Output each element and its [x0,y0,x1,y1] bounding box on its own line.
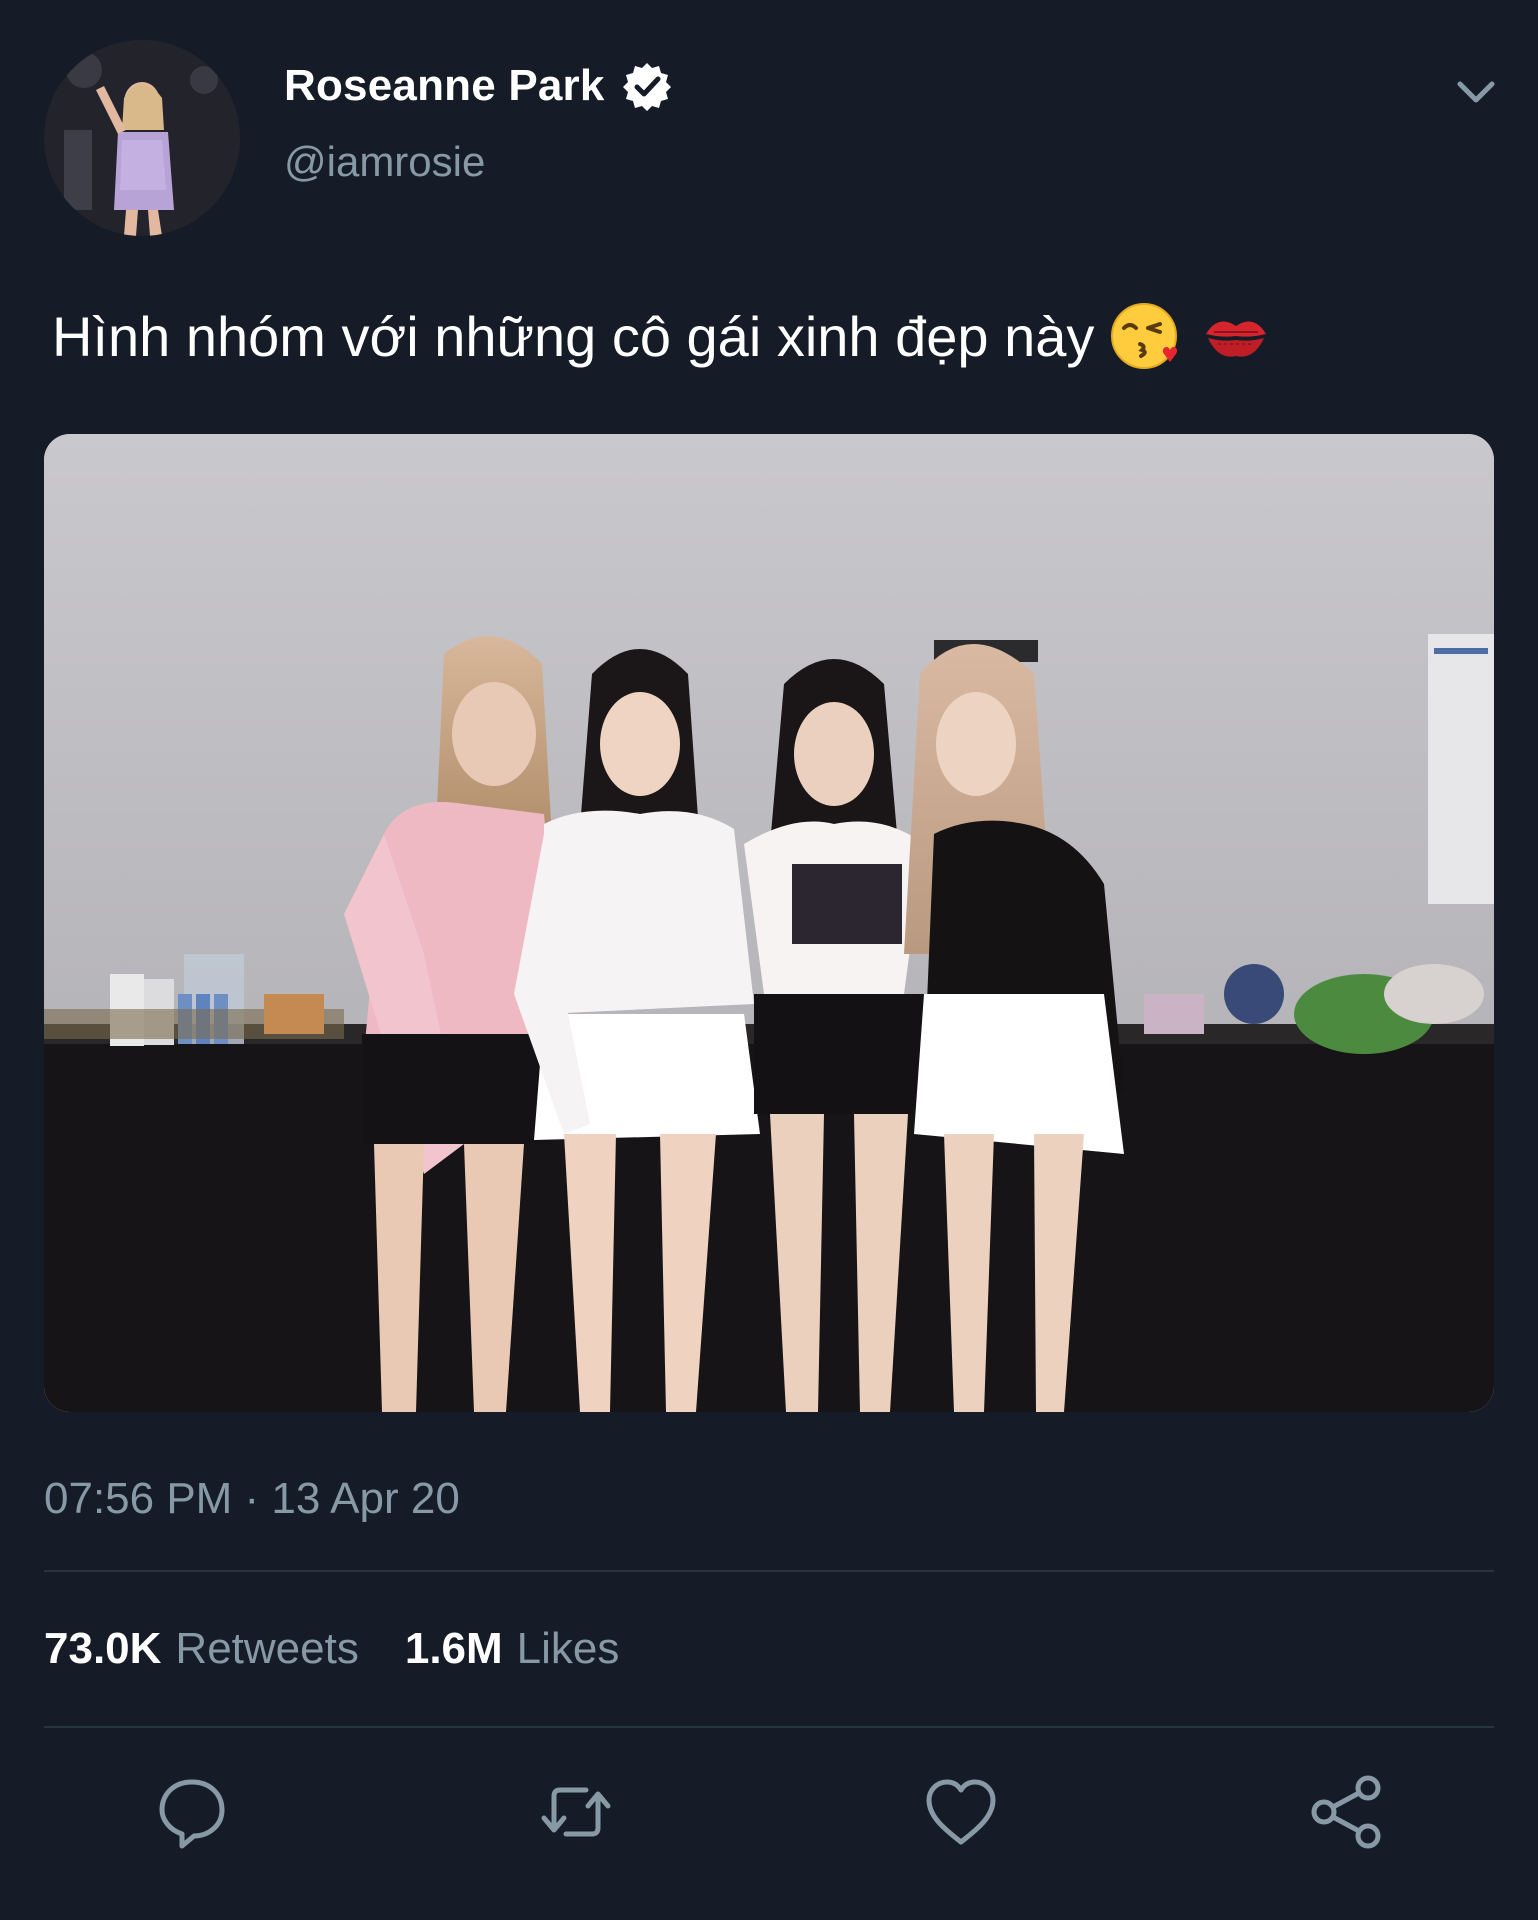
user-name-row[interactable]: Roseanne Park [284,60,673,112]
kiss-mark-icon [1198,298,1274,374]
reply-icon[interactable] [152,1772,232,1852]
avatar[interactable] [44,40,240,236]
tweet-photo[interactable] [44,434,1494,1412]
display-name[interactable]: Roseanne Park [284,61,605,111]
tweet-text: Hình nhóm với những cô gái xinh đẹp này [52,304,1095,368]
chevron-down-icon[interactable] [1452,72,1500,112]
retweet-icon[interactable] [536,1772,616,1852]
tweet-timestamp[interactable]: 07:56 PM · 13 Apr 20 [44,1474,460,1524]
divider [44,1570,1494,1572]
tweet-stats: 73.0K Retweets 1.6M Likes [44,1624,619,1674]
verified-badge-icon [621,60,673,112]
likes-label: Likes [516,1624,620,1673]
tweet-detail: Roseanne Park @iamrosie Hình nhóm với nh… [0,0,1538,1920]
likes-stat[interactable]: 1.6M Likes [405,1624,620,1674]
retweets-stat[interactable]: 73.0K Retweets [44,1624,359,1674]
tweet-text-row: Hình nhóm với những cô gái xinh đẹp này [52,298,1274,374]
retweets-label: Retweets [175,1624,359,1673]
kissing-face-with-heart-icon [1108,298,1184,374]
user-handle[interactable]: @iamrosie [284,138,485,186]
divider [44,1726,1494,1728]
action-bar [0,1772,1538,1852]
likes-count: 1.6M [404,1624,503,1673]
retweets-count: 73.0K [44,1624,162,1673]
share-icon[interactable] [1306,1772,1386,1852]
like-icon[interactable] [921,1772,1001,1852]
